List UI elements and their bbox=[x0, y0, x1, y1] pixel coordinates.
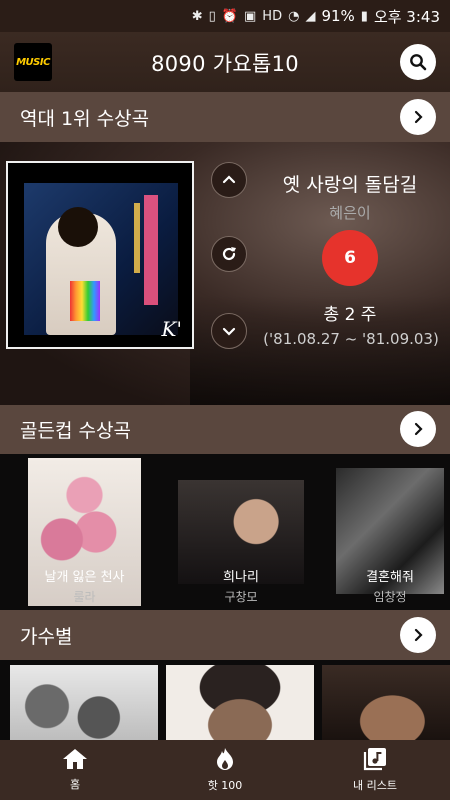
song-title: 결혼해줘 bbox=[366, 570, 414, 585]
hd-icon: HD bbox=[262, 8, 283, 24]
section-title: 골든컵 수상곡 bbox=[20, 420, 131, 442]
singer-list bbox=[0, 660, 450, 740]
weeks-badge: 6 bbox=[322, 230, 378, 286]
alarm-icon: ⏰ bbox=[221, 8, 238, 24]
total-weeks: 총 2 주 bbox=[323, 305, 377, 325]
section-header-singers: 가수별 bbox=[0, 610, 450, 660]
wifi-icon: ◔ bbox=[288, 8, 300, 24]
nav-hot100[interactable]: 핫 100 bbox=[150, 740, 300, 800]
battery-level: 91% bbox=[321, 7, 355, 25]
song-title: 희나리 bbox=[223, 570, 259, 585]
status-bar: ✱ ▯ ⏰ ▣ HD ◔ ◢ 91% ▮ 오후 3:43 bbox=[0, 0, 450, 32]
golden-cup-item[interactable]: 희나리 구창모 bbox=[178, 458, 304, 606]
chevron-down-icon bbox=[222, 327, 236, 336]
bottom-navigation: 홈 핫 100 내 리스트 bbox=[0, 740, 450, 800]
app-title: 8090 가요톱10 bbox=[151, 52, 299, 76]
section-header-golden-cup: 골든컵 수상곡 bbox=[0, 405, 450, 454]
singer-card[interactable] bbox=[166, 665, 314, 740]
next-song-button[interactable] bbox=[211, 313, 247, 349]
singer-card[interactable] bbox=[10, 665, 158, 740]
section-title: 가수별 bbox=[20, 625, 73, 648]
nav-label: 내 리스트 bbox=[353, 779, 397, 792]
more-singers-button[interactable] bbox=[400, 617, 436, 653]
flame-icon bbox=[217, 748, 233, 770]
golden-cup-item[interactable]: 날개 잃은 천사 룰라 bbox=[28, 458, 141, 606]
song-title: 날개 잃은 천사 bbox=[44, 570, 125, 585]
song-title[interactable]: 옛 사랑의 돌담길 bbox=[265, 170, 435, 197]
nav-home[interactable]: 홈 bbox=[0, 740, 150, 800]
signal-icon: ◢ bbox=[305, 8, 316, 24]
battery-icon: ▮ bbox=[360, 8, 368, 24]
music-list-icon bbox=[363, 748, 386, 771]
chevron-right-icon bbox=[414, 110, 423, 124]
chevron-right-icon bbox=[414, 422, 423, 436]
golden-cup-item[interactable]: 결혼해줘 임창정 bbox=[336, 458, 444, 606]
nav-label: 핫 100 bbox=[207, 779, 243, 792]
top-hit-card[interactable]: K' 옛 사랑의 돌담길 혜은이 6 총 2 주 ('81.08.27 ~ '8… bbox=[0, 142, 450, 405]
golden-cup-list: 날개 잃은 천사 룰라 희나리 구창모 결혼해줘 임창정 bbox=[0, 454, 450, 610]
more-top-hits-button[interactable] bbox=[400, 99, 436, 135]
chart-period: ('81.08.27 ~ '81.09.03) bbox=[263, 330, 439, 348]
search-button[interactable] bbox=[400, 44, 436, 80]
refresh-icon bbox=[222, 247, 236, 261]
nfc-icon: ▣ bbox=[244, 8, 257, 24]
clock: 오후 3:43 bbox=[373, 7, 440, 26]
app-header: MUSIC 8090 가요톱10 bbox=[0, 32, 450, 92]
section-header-top-hits: 역대 1위 수상곡 bbox=[0, 92, 450, 142]
nav-label: 홈 bbox=[69, 778, 81, 791]
more-golden-cup-button[interactable] bbox=[400, 411, 436, 447]
album-signature: K' bbox=[161, 317, 182, 341]
chevron-up-icon bbox=[222, 175, 236, 184]
album-cover[interactable]: K' bbox=[6, 161, 194, 349]
section-title: 역대 1위 수상곡 bbox=[20, 107, 150, 130]
vibrate-icon: ▯ bbox=[208, 8, 216, 24]
song-artist: 임창정 bbox=[373, 590, 407, 604]
album-photo bbox=[24, 183, 178, 335]
nav-my-list[interactable]: 내 리스트 bbox=[300, 740, 450, 800]
home-icon bbox=[63, 749, 87, 769]
previous-song-button[interactable] bbox=[211, 162, 247, 198]
song-artist: 룰라 bbox=[73, 590, 96, 604]
singer-card[interactable] bbox=[322, 665, 450, 740]
song-artist: 혜은이 bbox=[329, 204, 371, 222]
refresh-button[interactable] bbox=[211, 236, 247, 272]
chevron-right-icon bbox=[414, 628, 423, 642]
search-icon bbox=[410, 54, 427, 71]
song-artist: 구창모 bbox=[224, 590, 258, 604]
bluetooth-icon: ✱ bbox=[191, 8, 203, 24]
